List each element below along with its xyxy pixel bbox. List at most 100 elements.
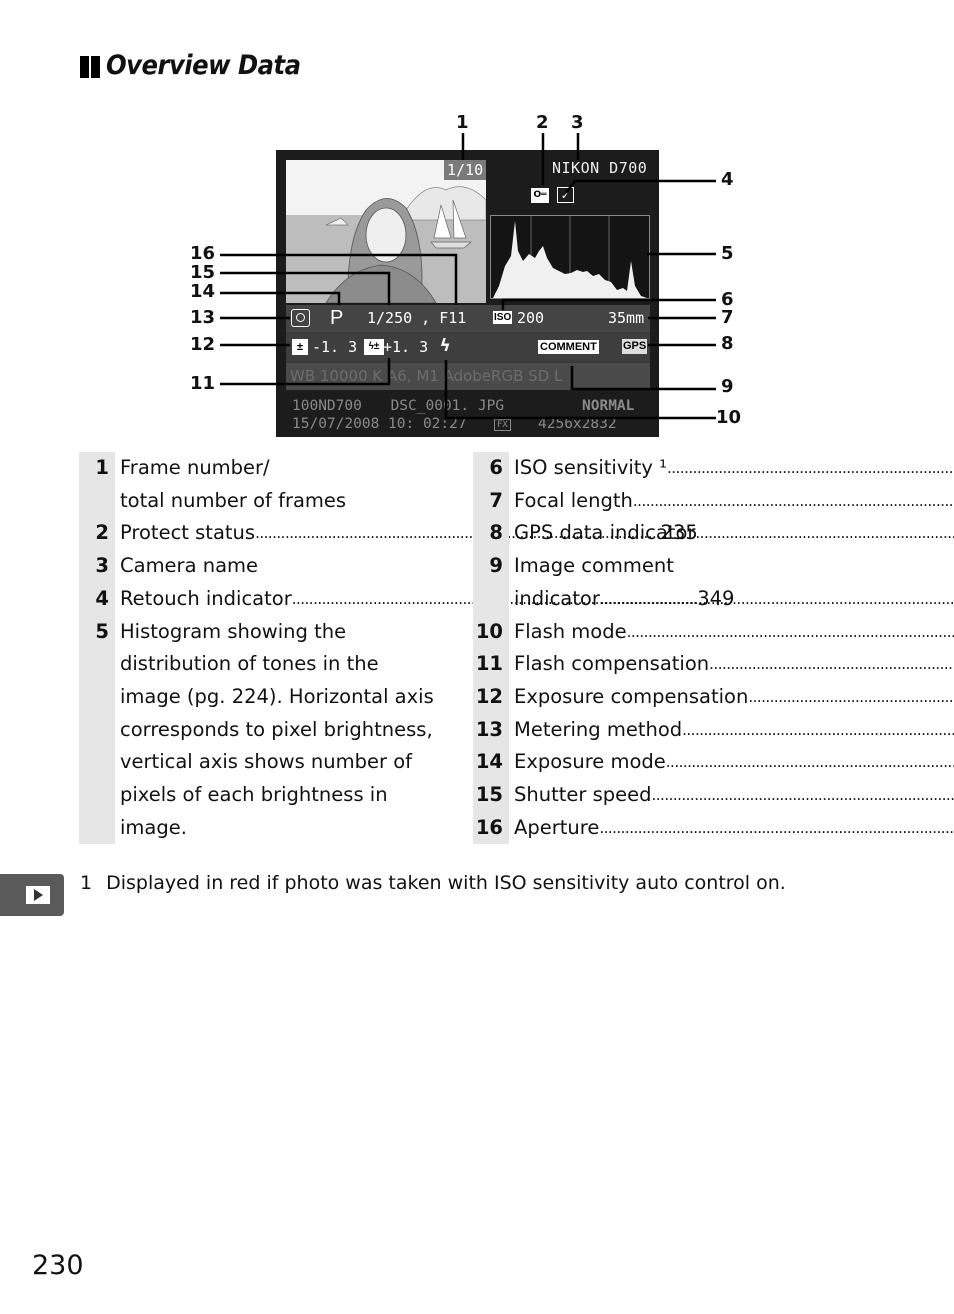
legend-item-number <box>79 746 115 780</box>
iso-icon: ISO <box>493 311 513 324</box>
legend-item-label: Protect status <box>120 521 256 545</box>
legend-item: image (pg. 224). Horizontal axis <box>79 680 457 714</box>
legend-item: 2Protect status235 <box>79 517 698 551</box>
legend-item-label: image. <box>120 815 187 839</box>
legend-item: distribution of tones in the <box>79 648 457 681</box>
legend-item-number: 8 <box>473 517 509 551</box>
playback-icon <box>24 884 52 906</box>
legend-item-number: 14 <box>473 746 509 780</box>
callout-9: 9 <box>721 376 734 397</box>
legend-item: 16Aperture119, 121 <box>473 811 851 845</box>
footnote: 1 Displayed in red if photo was taken wit… <box>80 872 786 894</box>
legend-item-number <box>79 811 115 845</box>
legend-item-label: total number of frames <box>120 488 347 512</box>
dimmed-settings: WB 10000 K A6, M1 AdobeRGB SD L <box>290 367 563 385</box>
iso-value: 200 <box>517 309 545 327</box>
leader-dots <box>666 746 954 779</box>
legend-item-label: Flash mode <box>514 619 627 643</box>
callout-15: 15 <box>190 262 216 283</box>
callout-7: 7 <box>721 307 734 328</box>
leader-dots <box>709 648 954 681</box>
focal-length: 35mm <box>608 309 645 327</box>
legend-item-label: Shutter speed <box>514 783 652 807</box>
legend-item-label: Exposure mode <box>514 750 666 774</box>
section-marker-icon <box>80 51 102 82</box>
callout-14: 14 <box>190 281 216 302</box>
callout-2: 2 <box>536 112 549 133</box>
shutter-aperture: 1/250 , F11 <box>367 309 467 327</box>
legend-item-number <box>473 582 509 616</box>
legend-item-label: Retouch indicator <box>120 586 292 610</box>
footnote-number: 1 <box>80 872 93 894</box>
frame-number: 1/10 <box>444 160 487 180</box>
legend-item-number <box>79 680 115 714</box>
legend-item: corresponds to pixel brightness, <box>79 713 457 747</box>
legend-item: total number of frames <box>79 484 457 518</box>
legend-item: 14Exposure mode114 <box>473 746 851 780</box>
legend-item-number: 13 <box>473 713 509 747</box>
legend-item-number <box>79 779 115 812</box>
section-title-text: Overview Data <box>106 50 301 81</box>
dimmed-settings-row: WB 10000 K A6, M1 AdobeRGB SD L <box>286 363 650 390</box>
gps-badge: GPS <box>622 339 648 354</box>
exposure-row: P 1/250 , F11 ISO 200 35mm <box>286 305 650 332</box>
photo-preview <box>286 160 486 303</box>
leader-dots <box>682 714 954 747</box>
flash-mode-icon: ϟ <box>440 336 451 356</box>
legend-item: 8GPS data indicator213 <box>473 517 851 551</box>
legend-item-label: corresponds to pixel brightness, <box>120 717 433 741</box>
footnote-text: Displayed in red if photo was taken with… <box>106 872 786 894</box>
comment-badge: COMMENT <box>538 340 599 354</box>
section-title: Overview Data <box>80 50 301 82</box>
legend-item-label: pixels of each brightness in <box>120 783 388 807</box>
date-time: 15/07/2008 10: 02:27 <box>292 416 467 432</box>
legend-item: 5 Histogram showing the <box>79 615 457 649</box>
legend-item: 10Flash mode185 <box>473 615 851 649</box>
legend-item-label: distribution of tones in the <box>120 652 379 676</box>
leader-dots <box>600 583 954 616</box>
legend-item-number: 1 <box>79 452 115 485</box>
folder-name: 100ND700 <box>292 398 362 414</box>
legend-list-right: 6ISO sensitivity ¹1067Focal length3768GP… <box>473 452 851 845</box>
exposure-compensation-value: -1. 3 <box>312 338 358 356</box>
legend-item-number <box>79 484 115 518</box>
leader-dots <box>652 779 954 812</box>
legend-item-label: indicator <box>514 586 600 610</box>
legend-item-number: 12 <box>473 680 509 714</box>
legend-item-number: 16 <box>473 811 509 845</box>
matrix-metering-icon <box>291 309 310 327</box>
callout-10: 10 <box>716 407 742 428</box>
callout-1: 1 <box>456 112 469 133</box>
callout-12: 12 <box>190 334 216 355</box>
leader-dots <box>748 681 954 714</box>
legend-item: 6ISO sensitivity ¹106 <box>473 452 851 485</box>
legend-item-number: 15 <box>473 779 509 812</box>
leader-dots <box>599 812 954 845</box>
legend-item: image. <box>79 811 457 845</box>
legend-item: 9 Image comment <box>473 550 851 583</box>
callout-16: 16 <box>190 243 216 264</box>
callout-5: 5 <box>721 243 734 264</box>
legend-item: 15Shutter speed118, 121 <box>473 779 851 812</box>
image-size: 4256x2832 <box>538 416 617 432</box>
legend-item: vertical axis shows number of <box>79 746 457 780</box>
legend-item-number: 7 <box>473 484 509 518</box>
playback-section-tab <box>0 874 64 916</box>
legend-item-label: Focal length <box>514 488 633 512</box>
flash-compensation-value: +1. 3 <box>383 338 429 356</box>
legend-item: 13Metering method112 <box>473 713 851 747</box>
legend-item-number: 3 <box>79 550 115 583</box>
legend-item-label: GPS data indicator <box>514 521 696 545</box>
legend-list-left: 1 Frame number/total number of frames 2 Pro… <box>79 452 734 845</box>
legend-item-label: Flash compensation <box>514 652 710 676</box>
legend-item-label: Frame number/ <box>120 456 270 479</box>
legend-item: 11Flash compensation190 <box>473 648 851 681</box>
legend-item-label: image (pg. 224). Horizontal axis <box>120 684 434 708</box>
leader-dots <box>627 616 954 649</box>
legend-item-label: Camera name <box>120 554 259 578</box>
leader-dots <box>667 452 954 485</box>
legend-item: 12Exposure compensation128 <box>473 680 851 714</box>
callout-13: 13 <box>190 307 216 328</box>
retouch-brush-icon: ✓ <box>557 187 574 203</box>
legend-item-number: 6 <box>473 452 509 485</box>
